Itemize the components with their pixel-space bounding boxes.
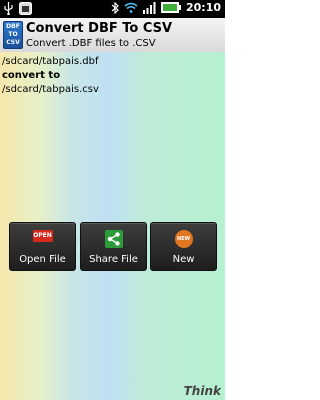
notification-icon xyxy=(19,2,32,15)
bluetooth-icon xyxy=(111,1,119,14)
convert-label: convert to xyxy=(2,70,61,81)
status-bar: 20:10 xyxy=(0,0,225,18)
think-logo: Think xyxy=(183,384,221,398)
share-file-label: Share File xyxy=(89,254,138,265)
new-label: New xyxy=(172,254,195,265)
usb-icon xyxy=(4,2,13,15)
app-icon-text-1: DBF xyxy=(6,23,20,30)
app-icon: DBF TO CSV xyxy=(3,21,23,49)
app-icon-text-2: TO xyxy=(8,31,18,38)
app-icon-text-3: CSV xyxy=(6,39,20,46)
share-file-button[interactable]: Share File xyxy=(80,222,147,271)
signal-icon xyxy=(142,1,156,14)
app-header: DBF TO CSV Convert DBF To CSV Convert .D… xyxy=(0,18,225,53)
status-clock: 20:10 xyxy=(185,1,221,14)
open-icon: OPEN xyxy=(32,230,53,242)
share-icon xyxy=(104,230,123,248)
source-path: /sdcard/tabpais.dbf xyxy=(2,56,99,67)
app-title: Convert DBF To CSV xyxy=(26,21,173,36)
new-button[interactable]: NEW New xyxy=(150,222,217,271)
main-content: /sdcard/tabpais.dbf convert to /sdcard/t… xyxy=(0,52,225,400)
dest-path: /sdcard/tabpais.csv xyxy=(2,84,99,95)
open-file-label: Open File xyxy=(19,254,66,265)
wifi-icon xyxy=(124,2,138,13)
open-file-button[interactable]: OPEN Open File xyxy=(9,222,76,271)
battery-icon xyxy=(160,2,181,13)
new-icon: NEW xyxy=(174,230,193,248)
app-subtitle: Convert .DBF files to .CSV xyxy=(26,38,156,49)
